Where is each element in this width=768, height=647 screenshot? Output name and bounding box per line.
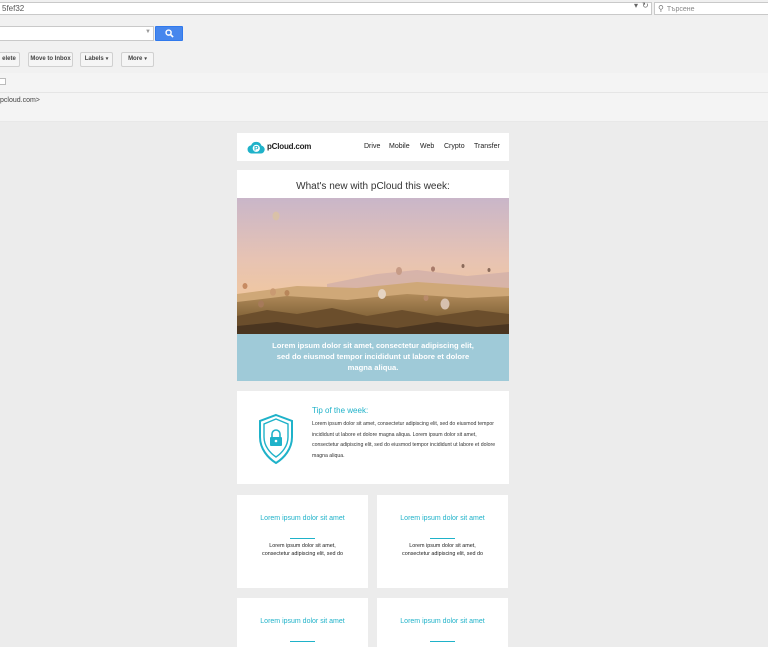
email-nav-card: P pCloud.com Drive Mobile Web Crypto Tra… <box>237 133 509 161</box>
hero-banner[interactable]: Lorem ipsum dolor sit amet, consectetur … <box>237 334 509 381</box>
browser-search-input[interactable]: ⚲ Търсене <box>654 2 768 15</box>
sender-row: pcloud.com> <box>0 93 768 122</box>
mail-search-input[interactable]: ▼ <box>0 26 154 41</box>
labels-label: Labels <box>84 56 104 62</box>
svg-text:P: P <box>254 146 259 153</box>
hero-photo[interactable] <box>237 198 509 334</box>
nav-link-mobile[interactable]: Mobile <box>389 143 410 150</box>
tip-card: Tip of the week: Lorem ipsum dolor sit a… <box>237 391 509 484</box>
delete-label: elete <box>2 56 16 62</box>
feature-title: Lorem ipsum dolor sit amet <box>400 515 485 522</box>
feature-divider <box>430 641 455 642</box>
tip-title: Tip of the week: <box>312 406 369 415</box>
select-checkbox[interactable] <box>0 78 6 85</box>
balloons-landscape-image <box>237 198 509 334</box>
feature-body: Lorem ipsum dolor sit amet, consectetur … <box>402 543 483 557</box>
feature-title: Lorem ipsum dolor sit amet <box>260 618 345 625</box>
sender-address: pcloud.com> <box>0 97 40 104</box>
feature-card[interactable]: Lorem ipsum dolor sit amet <box>237 598 368 647</box>
address-dropdown-icon[interactable]: ▾ <box>634 0 638 12</box>
move-label: Move to Inbox <box>30 56 71 62</box>
search-icon <box>165 29 174 38</box>
address-bar[interactable]: 5fef32 <box>0 2 652 15</box>
labels-button[interactable]: Labels ▾ <box>80 52 113 67</box>
delete-button[interactable]: elete <box>0 52 20 67</box>
feature-card[interactable]: Lorem ipsum dolor sit amet Lorem ipsum d… <box>377 495 508 588</box>
newsletter-headline: What's new with pCloud this week: <box>296 181 450 192</box>
feature-title: Lorem ipsum dolor sit amet <box>260 515 345 522</box>
mail-toolbar: elete Move to Inbox Labels ▾ More ▾ <box>0 45 768 74</box>
nav-link-crypto[interactable]: Crypto <box>444 143 465 150</box>
pcloud-logo-icon[interactable]: P <box>247 141 265 154</box>
message-header-row <box>0 73 768 93</box>
feature-divider <box>290 641 315 642</box>
feature-body: Lorem ipsum dolor sit amet, consectetur … <box>262 543 343 557</box>
refresh-icon[interactable]: ↻ <box>642 0 649 12</box>
hero-card: What's new with pCloud this week: Lorem … <box>237 170 509 381</box>
search-options-icon[interactable]: ▼ <box>145 29 151 35</box>
tip-body: Lorem ipsum dolor sit amet, consectetur … <box>312 421 496 459</box>
chevron-down-icon: ▾ <box>105 56 109 62</box>
feature-card[interactable]: Lorem ipsum dolor sit amet <box>377 598 508 647</box>
search-placeholder: Търсене <box>666 6 695 13</box>
mail-header: ▼ <box>0 17 768 46</box>
feature-divider <box>430 538 455 539</box>
hero-banner-text: Lorem ipsum dolor sit amet, consectetur … <box>272 341 474 372</box>
mail-search-button[interactable] <box>155 26 183 41</box>
feature-title: Lorem ipsum dolor sit amet <box>400 618 485 625</box>
feature-divider <box>290 538 315 539</box>
nav-link-web[interactable]: Web <box>420 143 434 150</box>
brand-name[interactable]: pCloud.com <box>267 142 311 151</box>
shield-lock-icon <box>259 413 293 465</box>
move-to-inbox-button[interactable]: Move to Inbox <box>28 52 73 67</box>
browser-bar: 5fef32 ▾ ↻ ⚲ Търсене <box>0 0 768 18</box>
nav-link-transfer[interactable]: Transfer <box>474 143 500 150</box>
more-label: More <box>128 56 143 62</box>
feature-card[interactable]: Lorem ipsum dolor sit amet Lorem ipsum d… <box>237 495 368 588</box>
more-button[interactable]: More ▾ <box>121 52 154 67</box>
search-icon: ⚲ <box>658 4 664 13</box>
nav-link-drive[interactable]: Drive <box>364 143 380 150</box>
chevron-down-icon: ▾ <box>144 56 147 62</box>
